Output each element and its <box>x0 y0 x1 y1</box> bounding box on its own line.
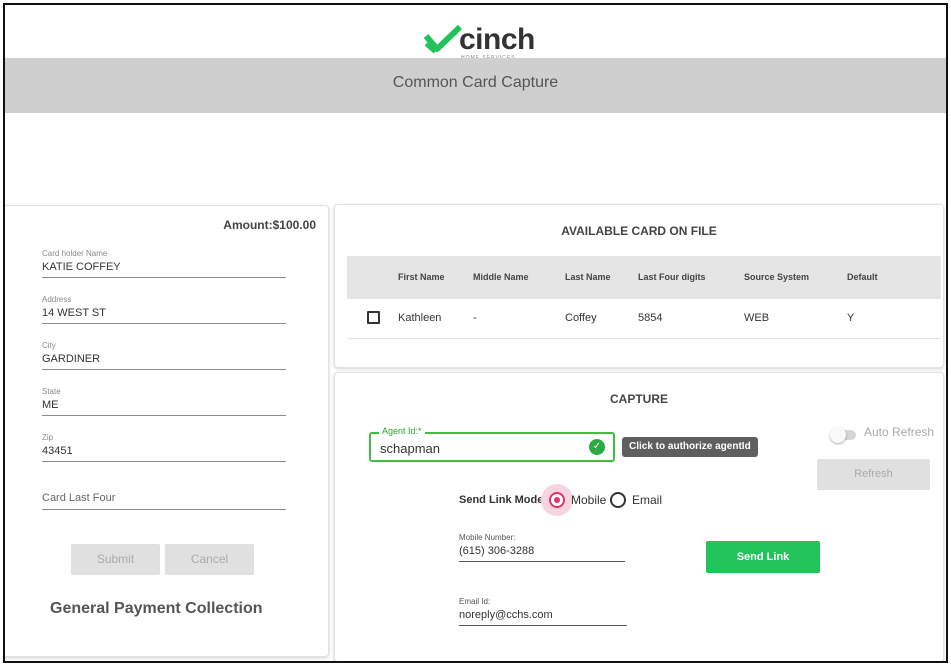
zip-field[interactable]: Zip 43451 <box>42 433 286 462</box>
field-label: Card holder Name <box>42 249 108 258</box>
submit-button[interactable]: Submit <box>71 544 160 575</box>
field-label: City <box>42 341 56 350</box>
cardholder-name-field[interactable]: Card holder Name KATIE COFFEY <box>42 249 286 278</box>
field-label: Mobile Number: <box>459 533 516 542</box>
email-radio-label[interactable]: Email <box>632 493 662 507</box>
page-banner: Common Card Capture <box>5 58 946 113</box>
column-header: Last Name <box>565 272 611 282</box>
table-row[interactable]: Kathleen - Coffey 5854 WEB Y <box>347 299 941 339</box>
cell-first-name: Kathleen <box>398 312 442 324</box>
field-value: KATIE COFFEY <box>42 261 121 273</box>
mobile-radio-label[interactable]: Mobile <box>571 493 606 507</box>
column-header: Default <box>847 272 878 282</box>
address-field[interactable]: Address 14 WEST ST <box>42 295 286 324</box>
capture-title: CAPTURE <box>609 392 668 406</box>
email-id-field[interactable]: Email Id: noreply@cchs.com <box>459 597 627 626</box>
column-header: Middle Name <box>473 272 529 282</box>
mobile-number-field[interactable]: Mobile Number: (615) 306-3288 <box>459 533 625 562</box>
row-select-checkbox[interactable] <box>367 311 380 324</box>
field-value: 14 WEST ST <box>42 307 106 319</box>
column-header: Last Four digits <box>638 272 706 282</box>
field-label: Address <box>42 295 72 304</box>
column-header: First Name <box>398 272 445 282</box>
cell-default: Y <box>847 312 855 324</box>
city-field[interactable]: City GARDINER <box>42 341 286 370</box>
agent-id-value: schapman <box>380 441 440 456</box>
field-value: (615) 306-3288 <box>459 545 535 557</box>
radio-dot <box>554 497 560 503</box>
cancel-button[interactable]: Cancel <box>165 544 254 575</box>
field-value: noreply@cchs.com <box>459 609 553 621</box>
state-field[interactable]: State ME <box>42 387 286 416</box>
send-link-mode-label: Send Link Mode: <box>459 494 547 506</box>
amount-label: Amount:$100.00 <box>223 218 316 232</box>
brand-name: cinch <box>459 23 535 56</box>
card-on-file-title: AVAILABLE CARD ON FILE <box>561 224 717 238</box>
checkmark-icon <box>423 25 463 54</box>
field-value: 43451 <box>42 445 73 457</box>
table-header: First Name Middle Name Last Name Last Fo… <box>347 256 941 299</box>
auto-refresh-toggle[interactable] <box>830 427 856 443</box>
refresh-button[interactable]: Refresh <box>817 459 930 490</box>
card-on-file-panel: AVAILABLE CARD ON FILE First Name Middle… <box>334 204 944 368</box>
cell-middle-name: - <box>473 312 477 324</box>
card-last-four-input[interactable]: Card Last Four <box>42 492 286 510</box>
field-label: Zip <box>42 433 54 442</box>
cell-last-name: Coffey <box>565 312 597 324</box>
input-placeholder: Card Last Four <box>42 492 116 504</box>
field-label: Email Id: <box>459 597 491 606</box>
cell-source-system: WEB <box>744 312 770 324</box>
toggle-knob[interactable] <box>830 427 846 443</box>
email-radio[interactable] <box>610 492 626 508</box>
agent-id-label: Agent Id:* <box>379 426 425 436</box>
brand-logo: cinch HOME SERVICES <box>423 19 543 61</box>
authorize-tooltip: Click to authorize agentId <box>622 437 758 457</box>
column-header: Source System <box>744 272 810 282</box>
field-value: ME <box>42 399 59 411</box>
capture-panel: CAPTURE Agent Id:* schapman ✓ Click to a… <box>334 372 944 661</box>
auto-refresh-label: Auto Refresh <box>864 425 935 439</box>
send-link-button[interactable]: Send Link <box>706 541 820 573</box>
section-footer-title: General Payment Collection <box>50 600 263 617</box>
payment-form-card: Amount:$100.00 Card holder Name KATIE CO… <box>5 205 329 657</box>
field-value: GARDINER <box>42 353 101 365</box>
mobile-radio[interactable] <box>549 492 565 508</box>
app-window: cinch HOME SERVICES Common Card Capture … <box>3 3 948 663</box>
field-label: State <box>42 387 61 396</box>
check-circle-icon: ✓ <box>589 439 605 455</box>
agent-id-input[interactable]: Agent Id:* schapman ✓ <box>369 426 615 462</box>
page-title: Common Card Capture <box>392 74 559 91</box>
cell-last-four: 5854 <box>638 312 663 324</box>
